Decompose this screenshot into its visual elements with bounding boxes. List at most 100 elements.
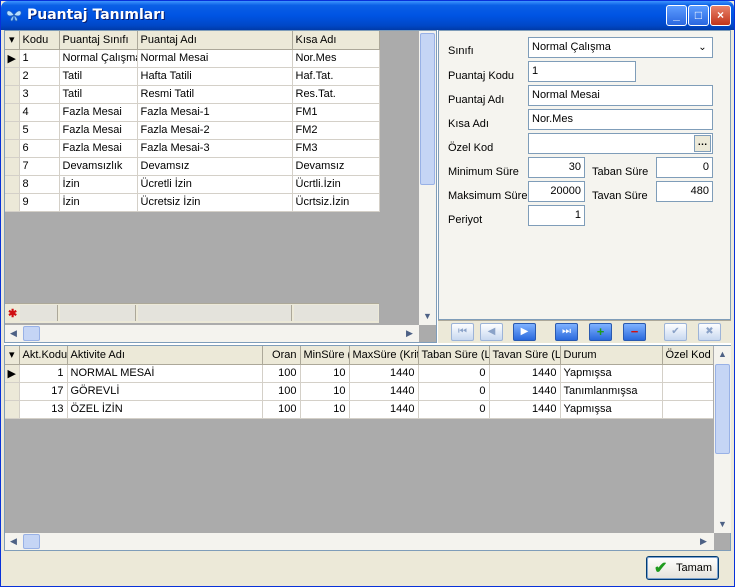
table-cell[interactable]: 10 (300, 400, 350, 419)
table-row[interactable]: 6 Fazla Mesai Fazla Mesai-3 FM3 (5, 139, 380, 158)
table-cell[interactable]: Ücretli İzin (137, 175, 293, 194)
table-row[interactable]: 3 Tatil Resmi Tatil Res.Tat. (5, 85, 380, 104)
row-indicator[interactable] (5, 157, 20, 176)
table-row[interactable]: 5 Fazla Mesai Fazla Mesai-2 FM2 (5, 121, 380, 140)
scroll-left-icon[interactable]: ◀ (5, 533, 22, 550)
grid2-horizontal-scrollbar[interactable]: ◀ ▶ (5, 533, 714, 550)
close-button[interactable]: × (710, 5, 731, 26)
scroll-right-icon[interactable]: ▶ (695, 533, 712, 550)
table-cell[interactable]: Devamsızlık (59, 157, 138, 176)
ozel-kod-field[interactable]: … (528, 133, 713, 154)
grid1-hscroll-thumb[interactable] (23, 326, 40, 341)
table-row[interactable]: 13 ÖZEL İZİN 100 10 1440 0 1440 Yapmışsa (5, 400, 713, 419)
filter-icon[interactable]: ✱ (8, 307, 17, 320)
table-cell[interactable]: GÖREVLİ (67, 382, 263, 401)
column-header-durum[interactable]: Durum (560, 346, 663, 365)
table-cell[interactable]: Ücrtli.İzin (292, 175, 380, 194)
minimize-button[interactable]: _ (666, 5, 687, 26)
grid-menu-icon[interactable]: ▾ (5, 31, 20, 50)
table-cell[interactable]: Fazla Mesai (59, 121, 138, 140)
table-cell[interactable]: 13 (19, 400, 68, 419)
table-cell[interactable]: Yapmışsa (560, 364, 663, 383)
delete-record-button[interactable]: − (623, 323, 646, 341)
column-header-tavan-sure[interactable]: Tavan Süre (L (489, 346, 561, 365)
table-cell[interactable]: Ücretsiz İzin (137, 193, 293, 212)
tavan-sure-field[interactable]: 480 (656, 181, 713, 202)
table-cell[interactable]: Nor.Mes (292, 49, 380, 68)
table-cell[interactable]: Devamsız (292, 157, 380, 176)
scroll-right-icon[interactable]: ▶ (401, 325, 418, 342)
scroll-up-icon[interactable]: ▲ (714, 346, 731, 363)
column-header-oran[interactable]: Oran (262, 346, 301, 365)
puantaj-adi-field[interactable]: Normal Mesai (528, 85, 713, 106)
table-cell[interactable]: 1440 (489, 400, 561, 419)
table-cell[interactable]: 7 (19, 157, 60, 176)
table-cell[interactable] (662, 382, 713, 401)
table-cell[interactable]: 9 (19, 193, 60, 212)
table-cell[interactable]: Fazla Mesai-2 (137, 121, 293, 140)
scroll-down-icon[interactable]: ▼ (714, 516, 731, 533)
grid1-vertical-scrollbar[interactable]: ▼ (419, 31, 436, 325)
table-cell[interactable]: İzin (59, 175, 138, 194)
table-cell[interactable]: 1440 (489, 382, 561, 401)
table-cell[interactable]: 1440 (349, 364, 419, 383)
column-header-akt-kodu[interactable]: Akt.Kodu (19, 346, 68, 365)
table-cell[interactable]: Haf.Tat. (292, 67, 380, 86)
table-cell[interactable]: 1440 (349, 382, 419, 401)
row-indicator[interactable] (5, 382, 20, 401)
table-cell[interactable]: 0 (418, 400, 490, 419)
table-cell[interactable]: 1440 (489, 364, 561, 383)
table-cell[interactable]: Fazla Mesai-3 (137, 139, 293, 158)
table-row[interactable]: 2 Tatil Hafta Tatili Haf.Tat. (5, 67, 380, 86)
table-cell[interactable] (662, 400, 713, 419)
table-cell[interactable]: NORMAL MESAİ (67, 364, 263, 383)
table-cell[interactable]: 3 (19, 85, 60, 104)
table-cell[interactable]: Fazla Mesai (59, 139, 138, 158)
table-cell[interactable]: 8 (19, 175, 60, 194)
table-cell[interactable]: FM2 (292, 121, 380, 140)
sinifi-combobox[interactable]: Normal Çalışma ⌄ (528, 37, 713, 58)
table-cell[interactable]: 0 (418, 364, 490, 383)
table-cell[interactable]: Tatil (59, 85, 138, 104)
column-header-ozel-kod[interactable]: Özel Kod (662, 346, 713, 365)
scroll-left-icon[interactable]: ◀ (5, 325, 22, 342)
table-cell[interactable]: 10 (300, 382, 350, 401)
table-cell[interactable]: 100 (262, 364, 301, 383)
prior-record-button[interactable]: ◀ (480, 323, 503, 341)
table-cell[interactable]: Ücrtsiz.İzin (292, 193, 380, 212)
column-header-taban-sure[interactable]: Taban Süre (L (418, 346, 490, 365)
ellipsis-icon[interactable]: … (694, 135, 711, 152)
table-cell[interactable]: Normal Çalışma (59, 49, 138, 68)
post-record-button[interactable]: ✔ (664, 323, 687, 341)
grid1-vscroll-thumb[interactable] (420, 33, 435, 185)
table-cell[interactable]: Resmi Tatil (137, 85, 293, 104)
row-indicator[interactable] (5, 103, 20, 122)
row-indicator[interactable] (5, 175, 20, 194)
table-cell[interactable]: 100 (262, 400, 301, 419)
column-header-kisa-adi[interactable]: Kısa Adı (292, 31, 380, 50)
table-cell[interactable]: Devamsız (137, 157, 293, 176)
table-row[interactable]: 9 İzin Ücretsiz İzin Ücrtsiz.İzin (5, 193, 380, 212)
table-cell[interactable]: 1440 (349, 400, 419, 419)
table-cell[interactable]: 5 (19, 121, 60, 140)
table-row[interactable]: 4 Fazla Mesai Fazla Mesai-1 FM1 (5, 103, 380, 122)
table-cell[interactable]: İzin (59, 193, 138, 212)
kisa-adi-field[interactable]: Nor.Mes (528, 109, 713, 130)
column-header-puantaj-sinifi[interactable]: Puantaj Sınıfı (59, 31, 138, 50)
table-cell[interactable]: Yapmışsa (560, 400, 663, 419)
tamam-button[interactable]: ✔ Tamam (646, 556, 719, 580)
table-cell[interactable]: Fazla Mesai (59, 103, 138, 122)
table-cell[interactable] (662, 364, 713, 383)
column-header-aktivite-adi[interactable]: Aktivite Adı (67, 346, 263, 365)
table-cell[interactable]: 1 (19, 364, 68, 383)
table-cell[interactable]: Normal Mesai (137, 49, 293, 68)
grid1-horizontal-scrollbar[interactable]: ◀ ▶ (5, 325, 419, 342)
aktivite-grid[interactable]: ▾ Akt.Kodu Aktivite Adı Oran MinSüre ( M… (5, 346, 713, 533)
table-row[interactable]: 17 GÖREVLİ 100 10 1440 0 1440 Tanımlanmışsa (5, 382, 713, 401)
maximize-button[interactable]: □ (688, 5, 709, 26)
puantaj-kodu-field[interactable]: 1 (528, 61, 636, 82)
column-header-puantaj-adi[interactable]: Puantaj Adı (137, 31, 293, 50)
table-cell[interactable]: Hafta Tatili (137, 67, 293, 86)
table-cell[interactable]: 2 (19, 67, 60, 86)
maksimum-sure-field[interactable]: 20000 (528, 181, 585, 202)
